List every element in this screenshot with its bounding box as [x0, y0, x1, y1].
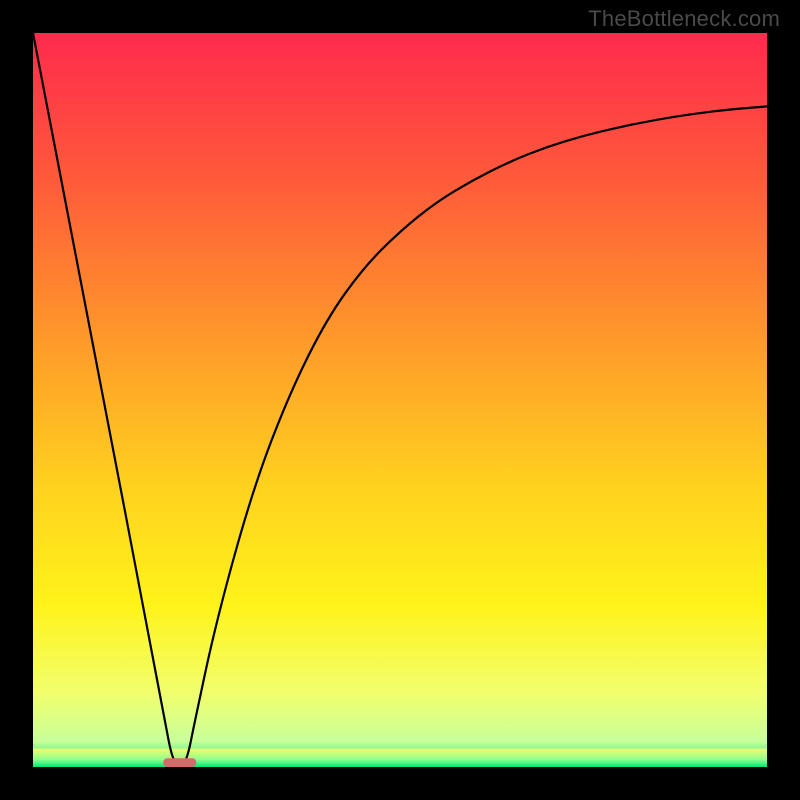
min-marker [163, 758, 196, 767]
plot-area [33, 33, 767, 767]
gradient-background [33, 33, 767, 767]
chart-frame: TheBottleneck.com [0, 0, 800, 800]
watermark-label: TheBottleneck.com [588, 6, 780, 32]
baseline-band [33, 749, 767, 767]
chart-svg [33, 33, 767, 767]
